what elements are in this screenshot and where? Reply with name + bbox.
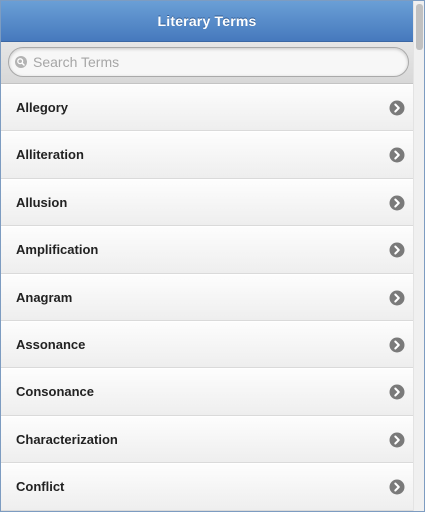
chevron-right-circle-icon	[389, 432, 405, 448]
chevron-right-circle-icon	[389, 290, 405, 306]
list-item-assonance[interactable]: Assonance	[1, 320, 413, 369]
chevron-right-circle-icon	[389, 100, 405, 116]
chevron-right-circle-icon	[389, 479, 405, 495]
list-item-alliteration[interactable]: Alliteration	[1, 131, 413, 179]
scrollbar-thumb[interactable]	[416, 4, 423, 50]
list-item-label: Consonance	[16, 384, 95, 400]
vertical-scrollbar[interactable]	[413, 1, 424, 511]
app-window: Literary Terms Allegory	[0, 0, 425, 512]
chevron-right-circle-icon	[389, 147, 405, 163]
list-item-allusion[interactable]: Allusion	[1, 178, 413, 227]
app-content: Literary Terms Allegory	[1, 1, 413, 511]
list-item-label: Conflict	[16, 479, 65, 495]
page-title: Literary Terms	[157, 13, 257, 29]
list-item-label: Allusion	[16, 194, 68, 210]
list-item-conflict[interactable]: Conflict	[1, 463, 413, 511]
terms-list: Allegory Alliteration Allusion Amplifica…	[1, 84, 413, 511]
chevron-right-circle-icon	[389, 384, 405, 400]
list-item-label: Anagram	[16, 289, 73, 305]
list-item-label: Assonance	[16, 336, 86, 352]
chevron-right-circle-icon	[389, 242, 405, 258]
list-item-characterization[interactable]: Characterization	[1, 415, 413, 464]
list-item-allegory[interactable]: Allegory	[1, 84, 413, 132]
search-input[interactable]	[33, 48, 393, 76]
list-item-amplification[interactable]: Amplification	[1, 226, 413, 274]
list-item-label: Amplification	[16, 242, 99, 258]
list-item-consonance[interactable]: Consonance	[1, 368, 413, 416]
search-bar	[1, 42, 413, 84]
header-bar: Literary Terms	[1, 1, 413, 42]
list-item-label: Allegory	[16, 100, 69, 115]
list-item-anagram[interactable]: Anagram	[1, 273, 413, 321]
chevron-right-circle-icon	[389, 337, 405, 353]
list-item-label: Alliteration	[16, 147, 84, 163]
chevron-right-circle-icon	[389, 195, 405, 211]
list-item-label: Characterization	[16, 431, 118, 447]
search-icon	[15, 56, 27, 68]
search-box[interactable]	[8, 47, 409, 77]
